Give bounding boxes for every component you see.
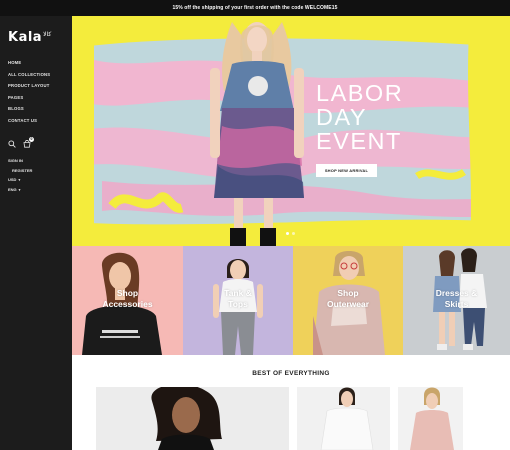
chevron-down-icon: ▾: [18, 187, 21, 192]
chevron-down-icon: ▾: [18, 178, 21, 182]
product-image: [297, 387, 390, 450]
product-image: [398, 387, 463, 450]
sidebar-icons: 0: [8, 137, 34, 148]
slider-dot[interactable]: [286, 232, 289, 235]
hero-banner: LABOR DAY EVENT SHOP NEW ARRIVAL: [72, 16, 510, 246]
slider-dots: [286, 232, 295, 235]
cart-icon[interactable]: 0: [23, 137, 34, 148]
shop-new-arrival-button[interactable]: SHOP NEW ARRIVAL: [316, 164, 377, 177]
account-links: SIGN IN REGISTER USD ▾ ENG ▾: [8, 158, 32, 196]
cart-count-badge: 0: [29, 137, 34, 142]
brand-tag: ﮐﺎﻻ: [43, 30, 52, 38]
hero-title-line: EVENT: [316, 128, 402, 154]
section-title: BEST OF EVERYTHING: [252, 370, 330, 377]
category-grid: Shop Accessories Tank & Tops Shop Outerw…: [72, 246, 510, 355]
category-label: Dresses & Skirts: [403, 288, 510, 310]
category-tile-outerwear[interactable]: Shop Outerwear: [293, 246, 403, 355]
category-label-line: Shop: [337, 288, 359, 298]
announcement-bar: 15% off the shipping of your first order…: [0, 0, 510, 16]
category-label-line: Dresses &: [435, 288, 478, 298]
category-tile-tank-tops[interactable]: Tank & Tops: [183, 246, 293, 355]
nav-item-product-layout[interactable]: PRODUCT LAYOUT: [8, 83, 50, 95]
product-image: [96, 387, 289, 450]
hero-background-art: [72, 16, 510, 246]
register-link[interactable]: REGISTER: [8, 168, 32, 178]
hero-title-line: LABOR: [316, 80, 404, 106]
language-value: ENG: [8, 186, 17, 192]
announcement-text: 15% off the shipping of your first order…: [172, 5, 338, 11]
nav-item-contact-us[interactable]: CONTACT US: [8, 118, 50, 130]
category-label: Tank & Tops: [183, 288, 293, 310]
nav-item-pages[interactable]: PAGES: [8, 95, 50, 107]
product-card-image[interactable]: [297, 387, 390, 450]
currency-value: USD: [8, 177, 17, 182]
product-card-image[interactable]: [398, 387, 463, 450]
category-tile-accessories[interactable]: Shop Accessories: [72, 246, 183, 355]
category-label-line: Skirts: [444, 299, 469, 309]
brand-name: Kala: [8, 30, 43, 45]
language-selector[interactable]: ENG ▾: [8, 187, 32, 197]
category-label-line: Shop: [116, 288, 139, 298]
category-label: Shop Accessories: [72, 288, 183, 310]
search-icon[interactable]: [8, 140, 16, 148]
currency-selector[interactable]: USD ▾: [8, 177, 32, 187]
category-label-line: Outerwear: [326, 299, 370, 309]
sidebar: Kalaﮐﺎﻻ HOME ALL COLLECTIONS PRODUCT LAY…: [0, 16, 72, 450]
product-card-image[interactable]: [96, 387, 289, 450]
category-label: Shop Outerwear: [293, 288, 403, 310]
nav-item-all-collections[interactable]: ALL COLLECTIONS: [8, 72, 50, 84]
category-label-line: Tank &: [224, 288, 252, 298]
slider-dot[interactable]: [292, 232, 295, 235]
category-label-line: Tops: [228, 299, 248, 309]
nav-item-home[interactable]: HOME: [8, 60, 50, 72]
brand-logo[interactable]: Kalaﮐﺎﻻ: [8, 30, 51, 45]
main-nav: HOME ALL COLLECTIONS PRODUCT LAYOUT PAGE…: [8, 60, 50, 130]
nav-item-blogs[interactable]: BLOGS: [8, 106, 50, 118]
hero-title-line: DAY: [316, 104, 368, 130]
sign-in-link[interactable]: SIGN IN: [8, 158, 32, 168]
category-tile-dresses-skirts[interactable]: Dresses & Skirts: [403, 246, 510, 355]
category-label-line: Accessories: [102, 299, 153, 309]
hero-title: LABOR DAY EVENT: [316, 80, 404, 154]
